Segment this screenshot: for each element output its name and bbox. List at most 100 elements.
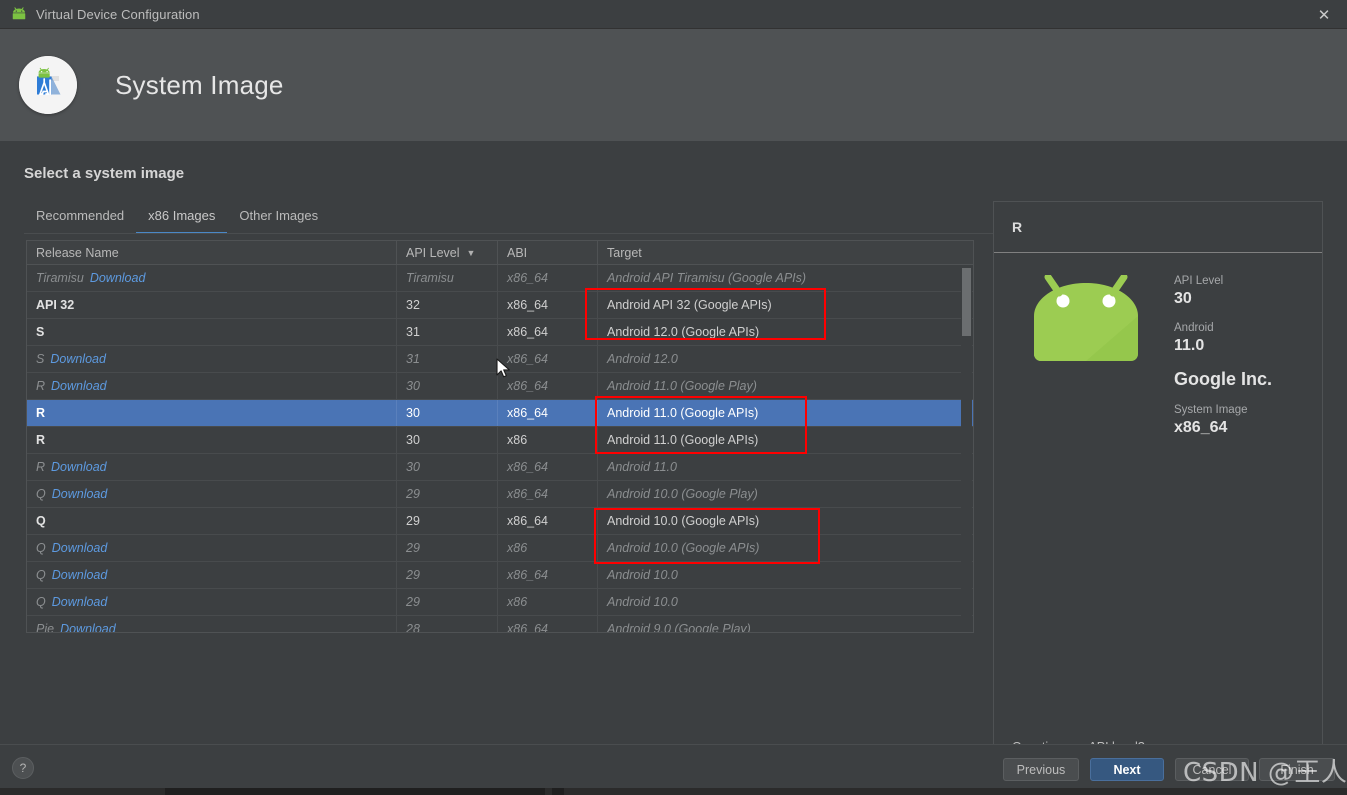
close-icon[interactable]: ✕ — [1301, 0, 1347, 29]
column-header-api-level-label: API Level — [406, 245, 460, 260]
table-row[interactable]: Tiramisu Download Tiramisu x86_64 Android AP… — [27, 265, 973, 292]
tab-x86-images[interactable]: x86 Images — [136, 204, 228, 234]
tab-recommended[interactable]: Recommended — [24, 204, 136, 234]
wizard-banner: System Image — [0, 29, 1347, 141]
cell-api-level: 31 — [397, 319, 498, 345]
cell-api-level: 29 — [397, 481, 498, 507]
next-button[interactable]: Next — [1090, 758, 1164, 781]
system-image-table[interactable]: Release Name API Level ▼ ABI Target Tira… — [26, 240, 974, 633]
cell-abi: x86_64 — [498, 265, 598, 291]
cell-api-level: 30 — [397, 454, 498, 480]
cell-target: Android 11.0 (Google APIs) — [607, 406, 759, 420]
cell-api-level: Tiramisu — [397, 265, 498, 291]
section-title: Select a system image — [24, 165, 185, 182]
table-row[interactable]: Pie Download 28 x86_64 Android 9.0 (Google P… — [27, 616, 973, 633]
download-link[interactable]: Download — [52, 487, 108, 501]
table-row[interactable]: R Download 30 x86_64 Android 11.0 (Google Pl… — [27, 373, 973, 400]
column-header-release-name[interactable]: Release Name — [27, 241, 397, 264]
cell-release-name: R Download — [27, 454, 397, 480]
download-link[interactable]: Download — [51, 460, 107, 474]
cell-target: Android API Tiramisu (Google APIs) — [607, 271, 807, 285]
release-name-text: Q — [36, 595, 46, 609]
table-row[interactable]: Q Download 29 x86_64 Android 10.0 — [27, 562, 973, 589]
finish-button[interactable]: Finish — [1259, 758, 1335, 781]
release-name-text: R — [36, 460, 46, 474]
wizard-body: Select a system image Recommended x86 Im… — [0, 141, 1347, 795]
cell-api-level: 30 — [397, 427, 498, 453]
table-row[interactable]: Q Download 29 x86 Android 10.0 (Google APIs) — [27, 535, 973, 562]
system-image-detail-panel: R API Level 30 Android 11.0 Google Inc. … — [993, 201, 1323, 795]
cell-abi: x86_64 — [498, 454, 598, 480]
download-link[interactable]: Download — [52, 541, 108, 555]
table-row[interactable]: Q Download 29 x86_64 Android 10.0 (Google Pl… — [27, 481, 973, 508]
table-row[interactable]: R 30 x86_64 Android 11.0 (Google APIs) — [27, 400, 973, 427]
cell-api-level: 31 — [397, 346, 498, 372]
table-row[interactable]: Q 29 x86_64 Android 10.0 (Google APIs) — [27, 508, 973, 535]
release-name-text: S — [36, 352, 45, 366]
cell-api-level: 30 — [397, 400, 498, 426]
download-link[interactable]: Download — [52, 595, 108, 609]
detail-vendor: Google Inc. — [1174, 369, 1273, 389]
detail-android-value: 11.0 — [1174, 337, 1205, 354]
cell-abi: x86_64 — [498, 562, 598, 588]
release-name-text: Q — [36, 541, 46, 555]
table-scrollbar-thumb[interactable] — [962, 268, 971, 336]
download-link[interactable]: Download — [90, 271, 146, 285]
cell-target: Android 9.0 (Google Play) — [607, 622, 751, 633]
cell-target: Android 10.0 (Google Play) — [607, 487, 758, 501]
cell-release-name: R — [27, 427, 397, 453]
detail-title: R — [1012, 219, 1023, 235]
sort-caret-down-icon: ▼ — [466, 247, 476, 258]
cell-abi: x86_64 — [498, 616, 598, 632]
table-row[interactable]: R 30 x86 Android 11.0 (Google APIs) — [27, 427, 973, 454]
detail-system-image-value: x86_64 — [1174, 419, 1228, 436]
cancel-button[interactable]: Cancel — [1175, 758, 1249, 781]
detail-api-level-label: API Level — [1174, 275, 1224, 287]
cell-target: Android 11.0 — [607, 460, 677, 474]
cell-api-level: 29 — [397, 508, 498, 534]
cell-release-name: Q Download — [27, 589, 397, 615]
cell-target: Android 11.0 (Google Play) — [607, 379, 757, 393]
cell-api-level: 29 — [397, 589, 498, 615]
cell-release-name: S Download — [27, 346, 397, 372]
window-title: Virtual Device Configuration — [36, 6, 200, 22]
column-header-api-level[interactable]: API Level ▼ — [397, 241, 498, 264]
android-robot-icon — [1026, 273, 1146, 370]
tab-other-images[interactable]: Other Images — [227, 204, 330, 234]
column-header-target[interactable]: Target — [598, 241, 973, 264]
table-body: Tiramisu Download Tiramisu x86_64 Android AP… — [27, 265, 973, 633]
table-row[interactable]: Q Download 29 x86 Android 10.0 — [27, 589, 973, 616]
table-row[interactable]: R Download 30 x86_64 Android 11.0 — [27, 454, 973, 481]
cell-release-name: S — [27, 319, 397, 345]
download-link[interactable]: Download — [50, 352, 106, 366]
previous-button[interactable]: Previous — [1003, 758, 1079, 781]
table-row[interactable]: S 31 x86_64 Android 12.0 (Google APIs) — [27, 319, 973, 346]
cell-target: Android 12.0 (Google APIs) — [607, 325, 760, 339]
cell-target: Android API 32 (Google APIs) — [607, 298, 772, 312]
release-name-text: Tiramisu — [36, 271, 84, 285]
page-title: System Image — [115, 69, 284, 100]
cell-target: Android 11.0 (Google APIs) — [607, 433, 759, 447]
table-vertical-scrollbar[interactable] — [961, 266, 972, 632]
release-name-text: Pie — [36, 622, 55, 633]
download-link[interactable]: Download — [52, 568, 108, 582]
table-row[interactable]: S Download 31 x86_64 Android 12.0 — [27, 346, 973, 373]
cell-target: Android 12.0 — [607, 352, 678, 366]
column-header-abi[interactable]: ABI — [498, 241, 598, 264]
cell-release-name: Q Download — [27, 481, 397, 507]
cell-release-name: Tiramisu Download — [27, 265, 397, 291]
cell-release-name: R — [27, 400, 397, 426]
download-link[interactable]: Download — [51, 379, 107, 393]
detail-api-level-value: 30 — [1174, 290, 1192, 307]
cell-api-level: 30 — [397, 373, 498, 399]
cell-abi: x86_64 — [498, 481, 598, 507]
cell-target: Android 10.0 (Google APIs) — [607, 514, 760, 528]
cell-release-name: Q Download — [27, 562, 397, 588]
window-titlebar: Virtual Device Configuration ✕ — [0, 0, 1347, 29]
download-link[interactable]: Download — [60, 622, 116, 632]
taskbar-segment-2 — [552, 788, 564, 795]
table-row[interactable]: API 32 32 x86_64 Android API 32 (Google API… — [27, 292, 973, 319]
detail-system-image-label: System Image — [1174, 404, 1248, 416]
cell-release-name: API 32 — [27, 292, 397, 318]
help-button[interactable]: ? — [12, 757, 34, 779]
